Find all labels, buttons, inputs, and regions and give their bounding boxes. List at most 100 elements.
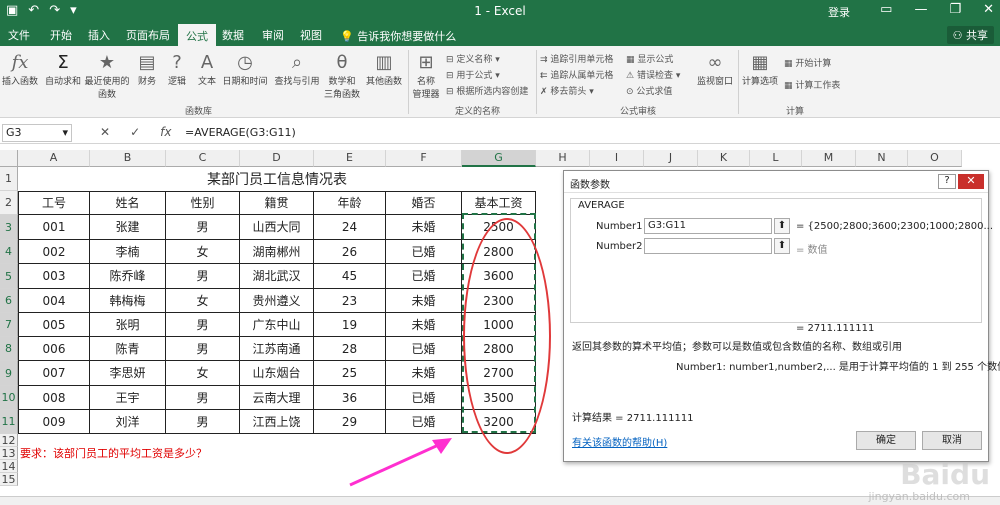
table-cell[interactable]: 男 (166, 386, 240, 410)
table-cell[interactable]: 未婚 (386, 361, 462, 386)
login-link[interactable]: 登录 (828, 4, 850, 20)
table-cell[interactable]: 男 (166, 337, 240, 361)
table-cell[interactable]: 36 (314, 386, 386, 410)
table-cell[interactable]: 山东烟台 (240, 361, 314, 386)
ok-button[interactable]: 确定 (856, 431, 916, 450)
table-cell[interactable]: 28 (314, 337, 386, 361)
more-functions-button[interactable]: ▥ 其他函数 (364, 52, 404, 87)
help-button[interactable]: ? (938, 174, 956, 189)
table-cell[interactable]: 李思妍 (90, 361, 166, 386)
table-cell[interactable]: 男 (166, 313, 240, 337)
row-header[interactable]: 13 (0, 447, 18, 460)
table-header-cell[interactable]: 性别 (166, 191, 240, 215)
table-cell[interactable]: 女 (166, 361, 240, 386)
close-button[interactable]: ✕ (958, 174, 984, 189)
table-cell[interactable]: 李楠 (90, 240, 166, 264)
table-cell[interactable]: 已婚 (386, 240, 462, 264)
tab-data[interactable]: 数据 (222, 27, 244, 43)
table-header-cell[interactable]: 姓名 (90, 191, 166, 215)
table-cell[interactable]: 未婚 (386, 289, 462, 313)
table-cell[interactable]: 韩梅梅 (90, 289, 166, 313)
table-header-cell[interactable]: 工号 (18, 191, 90, 215)
evaluate-formula-button[interactable]: ⊙ 公式求值 (626, 84, 672, 97)
row-header[interactable]: 7 (0, 313, 18, 337)
table-cell[interactable]: 男 (166, 215, 240, 240)
table-cell[interactable]: 23 (314, 289, 386, 313)
row-header[interactable]: 12 (0, 434, 18, 447)
tab-view[interactable]: 视图 (300, 27, 322, 43)
error-checking-button[interactable]: ⚠ 错误检查 ▾ (626, 68, 680, 81)
column-header[interactable]: H (536, 150, 590, 167)
column-header[interactable]: B (90, 150, 166, 167)
datetime-button[interactable]: ◷ 日期和时间 (222, 52, 268, 87)
table-cell[interactable]: 009 (18, 410, 90, 434)
table-cell[interactable]: 女 (166, 289, 240, 313)
column-header[interactable]: N (856, 150, 908, 167)
table-cell[interactable]: 张明 (90, 313, 166, 337)
table-cell[interactable]: 湖南郴州 (240, 240, 314, 264)
tab-insert[interactable]: 插入 (88, 27, 110, 43)
arg1-input[interactable]: G3:G11 (644, 218, 772, 234)
table-cell[interactable]: 男 (166, 264, 240, 289)
calc-now-button[interactable]: ▦ 开始计算 (784, 56, 831, 69)
tell-me-search[interactable]: 💡 告诉我你想要做什么 (340, 28, 456, 44)
table-header-cell[interactable]: 婚否 (386, 191, 462, 215)
table-cell[interactable]: 未婚 (386, 215, 462, 240)
remove-arrows-button[interactable]: ✗ 移去箭头 ▾ (540, 84, 594, 97)
table-cell[interactable]: 贵州遵义 (240, 289, 314, 313)
restore-icon[interactable]: ❐ (949, 2, 961, 17)
row-header[interactable]: 11 (0, 410, 18, 434)
define-name-button[interactable]: ⊟ 定义名称 ▾ (446, 52, 500, 65)
show-formulas-button[interactable]: ▦ 显示公式 (626, 52, 673, 65)
table-cell[interactable]: 006 (18, 337, 90, 361)
trace-dependents-button[interactable]: ⇇ 追踪从属单元格 (540, 68, 613, 81)
lookup-button[interactable]: ⌕ 查找与引用 (272, 52, 322, 87)
table-cell[interactable]: 女 (166, 240, 240, 264)
cancel-icon[interactable]: ✕ (100, 125, 110, 139)
table-cell[interactable]: 001 (18, 215, 90, 240)
collapse-dialog-icon[interactable]: ⬆ (774, 218, 790, 234)
trace-precedents-button[interactable]: ⇉ 追踪引用单元格 (540, 52, 613, 65)
column-header[interactable]: I (590, 150, 644, 167)
name-manager-button[interactable]: ⊞ 名称 管理器 (410, 52, 442, 100)
formula-input[interactable]: =AVERAGE(G3:G11) (185, 126, 296, 139)
row-header[interactable]: 5 (0, 264, 18, 289)
watch-window-button[interactable]: ∞ 监视窗口 (694, 52, 736, 87)
name-box[interactable]: G3 ▾ (2, 124, 72, 142)
row-header[interactable]: 3 (0, 215, 18, 240)
table-cell[interactable]: 男 (166, 410, 240, 434)
financial-button[interactable]: ▤ 财务 (134, 52, 160, 87)
table-cell[interactable]: 陈乔峰 (90, 264, 166, 289)
row-header[interactable]: 1 (0, 167, 18, 191)
table-cell[interactable]: 广东中山 (240, 313, 314, 337)
recent-functions-button[interactable]: ★ 最近使用的 函数 (84, 52, 130, 100)
table-cell[interactable]: 未婚 (386, 313, 462, 337)
text-button[interactable]: A 文本 (194, 52, 220, 87)
column-header[interactable]: K (698, 150, 750, 167)
table-cell[interactable]: 陈青 (90, 337, 166, 361)
ribbon-display-icon[interactable]: ▭ (880, 2, 892, 17)
tab-page-layout[interactable]: 页面布局 (126, 27, 170, 43)
table-cell[interactable]: 江苏南通 (240, 337, 314, 361)
row-header[interactable]: 2 (0, 191, 18, 215)
logical-button[interactable]: ? 逻辑 (164, 52, 190, 87)
column-header[interactable]: D (240, 150, 314, 167)
tab-home[interactable]: 开始 (50, 27, 72, 43)
table-cell[interactable]: 004 (18, 289, 90, 313)
table-cell[interactable]: 24 (314, 215, 386, 240)
column-header[interactable]: C (166, 150, 240, 167)
row-header[interactable]: 10 (0, 386, 18, 410)
table-cell[interactable]: 26 (314, 240, 386, 264)
autosum-button[interactable]: Σ 自动求和 (44, 52, 82, 87)
column-header[interactable]: G (462, 150, 536, 167)
close-icon[interactable]: ✕ (983, 2, 994, 17)
table-cell[interactable]: 已婚 (386, 337, 462, 361)
collapse-dialog-icon[interactable]: ⬆ (774, 238, 790, 254)
table-cell[interactable]: 云南大理 (240, 386, 314, 410)
calc-sheet-button[interactable]: ▦ 计算工作表 (784, 78, 840, 91)
row-header[interactable]: 6 (0, 289, 18, 313)
share-button[interactable]: ⚇ 共享 (946, 26, 994, 44)
math-trig-button[interactable]: θ 数学和 三角函数 (324, 52, 360, 100)
column-header[interactable]: L (750, 150, 802, 167)
table-cell[interactable]: 25 (314, 361, 386, 386)
